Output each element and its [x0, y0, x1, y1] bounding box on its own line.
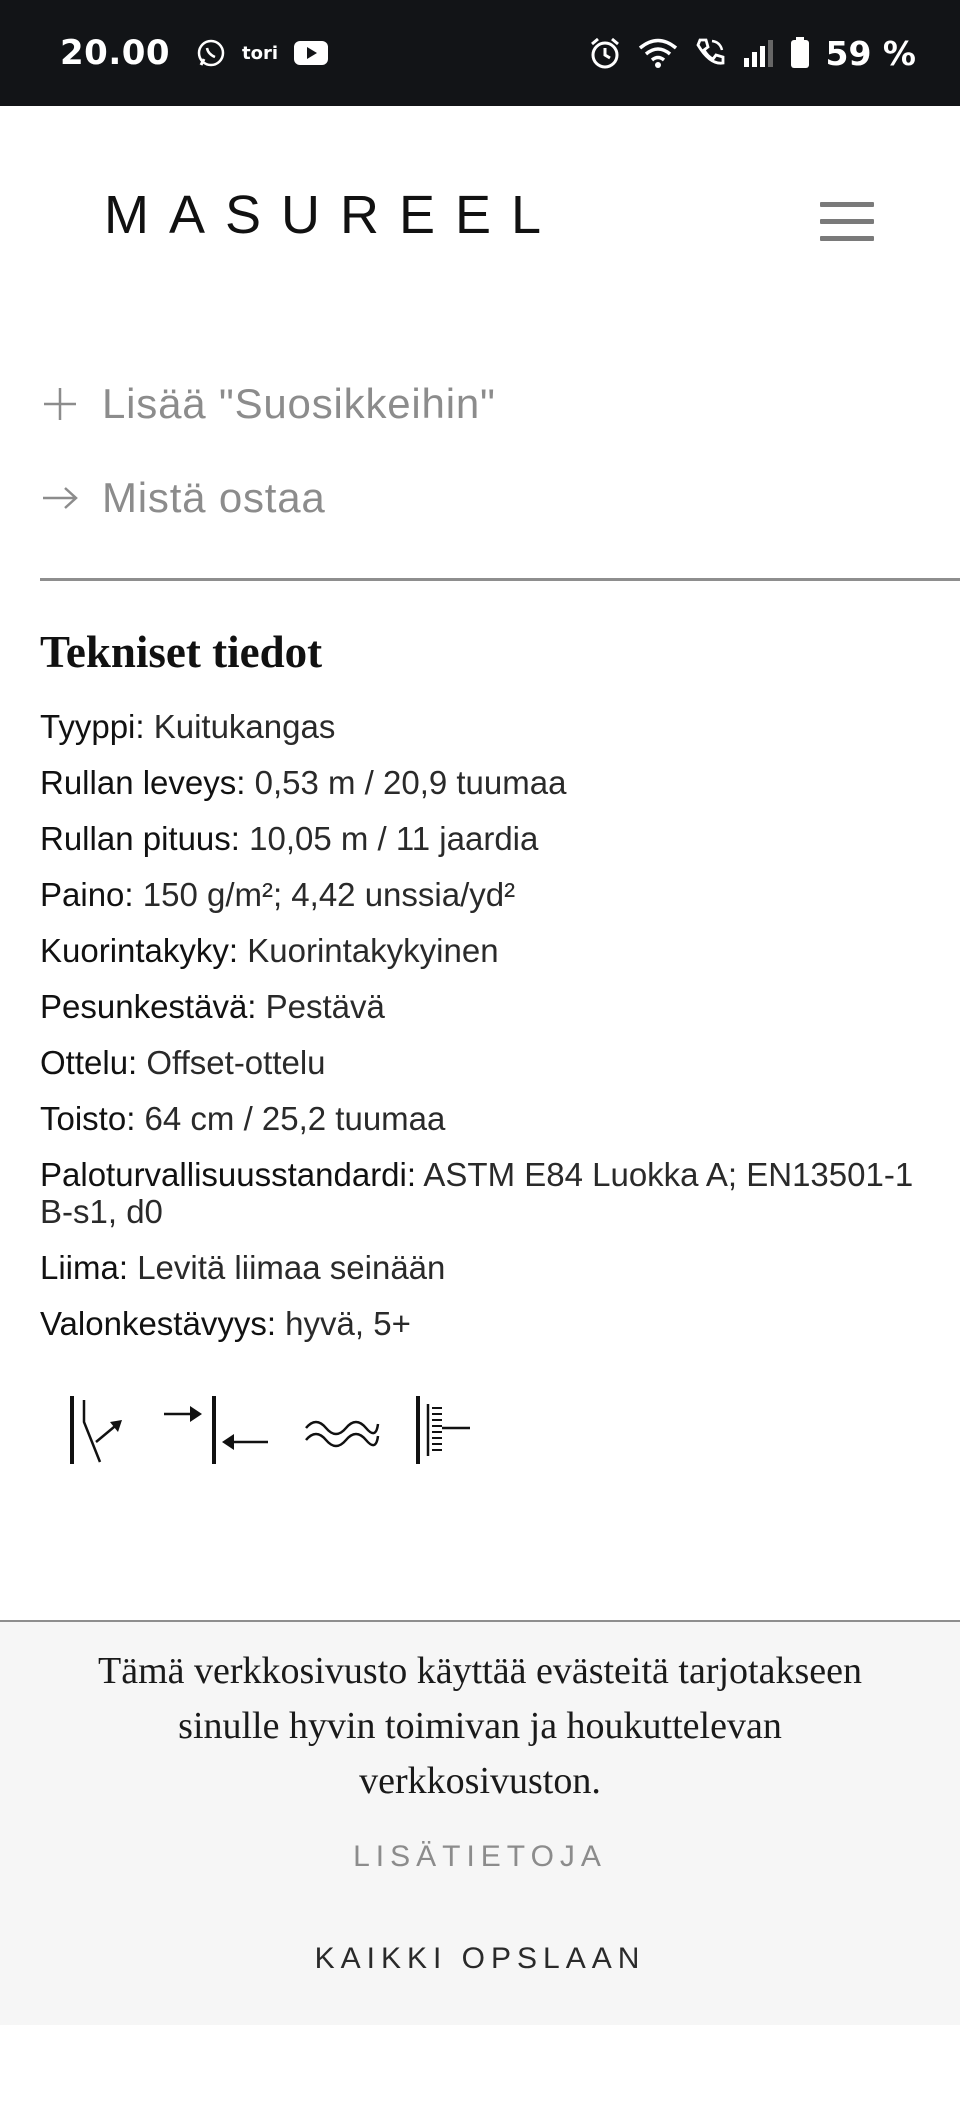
cookie-banner: Tämä verkkosivusto käyttää evästeitä tar… — [0, 1620, 960, 2025]
spec-value: Pestävä — [256, 988, 385, 1025]
spec-match: Ottelu: Offset-ottelu — [40, 1044, 940, 1081]
status-bar-right: 59 % — [588, 34, 916, 73]
spec-key: Kuorintakyky: — [40, 932, 239, 969]
where-to-buy-label: Mistä ostaa — [102, 474, 326, 521]
add-to-favorites-label: Lisää "Suosikkeihin" — [102, 380, 496, 427]
spec-value: Levitä liimaa seinään — [128, 1249, 446, 1286]
spec-lightfastness: Valonkestävyys: hyvä, 5+ — [40, 1305, 940, 1342]
divider — [40, 578, 960, 581]
spec-key: Liima: — [40, 1249, 129, 1286]
spec-value: 150 g/m²; 4,42 unssia/yd² — [133, 876, 516, 913]
washable-icon — [302, 1392, 382, 1473]
spec-value: 10,05 m / 11 jaardia — [239, 820, 539, 857]
spec-value: Kuorintakykyinen — [238, 932, 499, 969]
logo-text: MASUREEL — [104, 190, 549, 240]
plus-icon — [40, 384, 80, 424]
spec-fire-standard: Paloturvallisuusstandardi: ASTM E84 Luok… — [40, 1156, 940, 1230]
arrow-right-icon — [40, 478, 80, 518]
spec-key: Paino: — [40, 876, 134, 913]
spec-value: hyvä, 5+ — [276, 1305, 411, 1342]
signal-icon — [742, 38, 774, 68]
spec-adhesive: Liima: Levitä liimaa seinään — [40, 1249, 940, 1286]
spec-key: Valonkestävyys: — [40, 1305, 276, 1342]
spec-weight: Paino: 150 g/m²; 4,42 unssia/yd² — [40, 876, 940, 913]
spec-key: Toisto: — [40, 1100, 136, 1137]
spec-key: Rullan pituus: — [40, 820, 240, 857]
peelable-icon — [66, 1392, 130, 1473]
spec-repeat: Toisto: 64 cm / 25,2 tuumaa — [40, 1100, 940, 1137]
spec-roll-width: Rullan leveys: 0,53 m / 20,9 tuumaa — [40, 764, 940, 801]
spec-type: Tyyppi: Kuitukangas — [40, 708, 940, 745]
spec-value: 0,53 m / 20,9 tuumaa — [245, 764, 567, 801]
spec-value: 64 cm / 25,2 tuumaa — [135, 1100, 446, 1137]
whatsapp-icon — [196, 38, 226, 68]
status-bar: 20.00 tori 59 % — [0, 0, 960, 106]
alarm-icon — [588, 36, 622, 70]
spec-washability: Pesunkestävä: Pestävä — [40, 988, 940, 1025]
care-icons — [66, 1392, 506, 1473]
specs-list: Tyyppi: Kuitukangas Rullan leveys: 0,53 … — [40, 708, 940, 1361]
spec-value: Kuitukangas — [144, 708, 336, 745]
offset-match-icon — [412, 1392, 476, 1473]
masureel-logo[interactable]: MASUREEL — [104, 185, 549, 245]
specs-title: Tekniset tiedot — [40, 627, 323, 677]
hamburger-menu-icon[interactable] — [820, 202, 880, 252]
call-icon — [694, 37, 726, 69]
site-header: MASUREEL — [0, 106, 960, 306]
youtube-icon — [294, 40, 329, 66]
paste-the-wall-icon — [160, 1392, 272, 1473]
spec-roll-length: Rullan pituus: 10,05 m / 11 jaardia — [40, 820, 940, 857]
wifi-icon — [638, 37, 678, 69]
spec-key: Rullan leveys: — [40, 764, 246, 801]
tori-notification-icon: tori — [242, 42, 279, 64]
spec-value: Offset-ottelu — [137, 1044, 326, 1081]
spec-key: Paloturvallisuusstandardi: — [40, 1156, 417, 1193]
spec-key: Pesunkestävä: — [40, 988, 257, 1025]
more-info-link[interactable]: LISÄTIETOJA — [0, 1840, 960, 1874]
spec-key: Tyyppi: — [40, 708, 145, 745]
spec-key: Ottelu: — [40, 1044, 138, 1081]
where-to-buy-link[interactable]: Mistä ostaa — [40, 474, 326, 522]
cookie-message: Tämä verkkosivusto käyttää evästeitä tar… — [98, 1650, 862, 1802]
battery-icon — [790, 37, 810, 69]
status-bar-left: 20.00 tori — [60, 33, 329, 73]
battery-percent: 59 % — [825, 33, 916, 73]
add-to-favorites-button[interactable]: Lisää "Suosikkeihin" — [40, 380, 496, 428]
accept-all-button[interactable]: KAIKKI OPSLAAN — [0, 1942, 960, 1976]
spec-peelability: Kuorintakyky: Kuorintakykyinen — [40, 932, 940, 969]
clock: 20.00 — [60, 33, 171, 73]
